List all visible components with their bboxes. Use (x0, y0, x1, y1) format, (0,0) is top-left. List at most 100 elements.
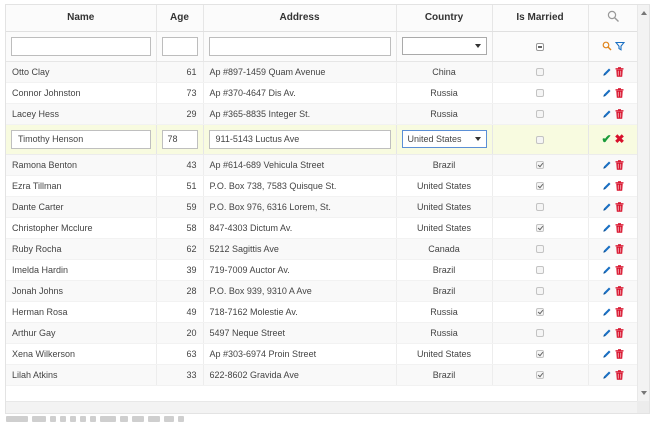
cell-country: United States (396, 175, 493, 197)
married-checkbox[interactable] (536, 329, 544, 338)
header-country[interactable]: Country (396, 5, 493, 32)
table-row[interactable]: Otto Clay 61 Ap #897-1459 Quam Avenue China (6, 61, 638, 83)
pencil-icon[interactable] (602, 109, 612, 119)
pencil-icon[interactable] (602, 202, 612, 212)
filter-name-input[interactable] (11, 36, 151, 56)
table-row[interactable]: Imelda Hardin 39 719-7009 Auctor Av. Brazil (6, 259, 638, 281)
cell-address: 5212 Sagittis Ave (203, 238, 397, 260)
cell-country: Brazil (396, 259, 493, 281)
table-row[interactable]: Lilah Atkins 33 622-8602 Gravida Ave Brazil (6, 364, 638, 386)
table-row[interactable]: Connor Johnston 73 Ap #370-4647 Dis Av. Rus… (6, 82, 638, 104)
married-checkbox[interactable] (536, 110, 544, 119)
table-row[interactable]: Lacey Hess 29 Ap #365-8835 Integer St. Russ… (6, 103, 638, 125)
married-checkbox[interactable] (536, 203, 544, 212)
horizontal-scrollbar[interactable] (6, 401, 638, 413)
filter-country-select[interactable] (401, 37, 487, 55)
married-checkbox[interactable] (536, 182, 544, 191)
scroll-up-icon[interactable] (641, 11, 647, 15)
header-married[interactable]: Is Married (492, 5, 589, 32)
pencil-icon[interactable] (602, 244, 612, 254)
pencil-icon[interactable] (602, 328, 612, 338)
edit-name-input[interactable]: Timothy Henson (11, 129, 151, 149)
cell-address: Ap #897-1459 Quam Avenue (203, 61, 397, 83)
cell-address: 622-8602 Gravida Ave (203, 364, 397, 386)
table-row[interactable]: Dante Carter 59 P.O. Box 976, 6316 Lorem, … (6, 196, 638, 218)
pencil-icon[interactable] (602, 286, 612, 296)
edit-age-input[interactable]: 78 (161, 129, 198, 149)
cell-name: Lilah Atkins (6, 364, 157, 386)
table-row[interactable]: Jonah Johns 28 P.O. Box 939, 9310 A Ave Bra… (6, 280, 638, 302)
married-checkbox[interactable] (536, 308, 544, 317)
trash-icon[interactable] (615, 348, 624, 359)
pager-placeholder (6, 416, 306, 422)
cell-country: Russia (396, 82, 493, 104)
trash-icon[interactable] (615, 222, 624, 233)
trash-icon[interactable] (615, 243, 624, 254)
filter-married-checkbox[interactable] (536, 42, 544, 51)
edit-address-input[interactable]: 911-5143 Luctus Ave (208, 129, 391, 149)
header-search-toggle[interactable] (588, 5, 638, 32)
married-checkbox[interactable] (536, 161, 544, 170)
row-controls (595, 201, 632, 212)
pencil-icon[interactable] (602, 265, 612, 275)
cell-age: 28 (156, 280, 204, 302)
table-row[interactable]: Xena Wilkerson 63 Ap #303-6974 Proin Stree… (6, 343, 638, 365)
table-row[interactable]: Ruby Rocha 62 5212 Sagittis Ave Canada (6, 238, 638, 260)
trash-icon[interactable] (615, 108, 624, 119)
married-checkbox[interactable] (536, 245, 544, 254)
cell-age: 61 (156, 61, 204, 83)
trash-icon[interactable] (615, 87, 624, 98)
married-checkbox[interactable] (536, 287, 544, 296)
married-checkbox[interactable] (536, 266, 544, 275)
close-icon[interactable]: ✖ (615, 133, 625, 145)
cell-country: United States (396, 217, 493, 239)
cell-name: Jonah Johns (6, 280, 157, 302)
scroll-down-icon[interactable] (641, 391, 647, 395)
married-checkbox[interactable] (536, 371, 544, 380)
search-icon[interactable] (607, 10, 620, 23)
pencil-icon[interactable] (602, 307, 612, 317)
cell-name: Ezra Tillman (6, 175, 157, 197)
filter-age-input[interactable] (161, 36, 198, 56)
table-row[interactable]: Arthur Gay 20 5497 Neque Street Russia (6, 322, 638, 344)
pencil-icon[interactable] (602, 370, 612, 380)
cell-name: Ruby Rocha (6, 238, 157, 260)
trash-icon[interactable] (615, 285, 624, 296)
table-row[interactable]: Ramona Benton 43 Ap #614-689 Vehicula Stre… (6, 154, 638, 176)
pencil-icon[interactable] (602, 181, 612, 191)
married-checkbox[interactable] (536, 350, 544, 359)
header-name[interactable]: Name (6, 5, 157, 32)
pencil-icon[interactable] (602, 160, 612, 170)
vertical-scrollbar[interactable] (637, 5, 649, 401)
filter-address-input[interactable] (208, 36, 391, 56)
cell-name: Connor Johnston (6, 82, 157, 104)
married-checkbox[interactable] (536, 68, 544, 77)
trash-icon[interactable] (615, 264, 624, 275)
header-address[interactable]: Address (203, 5, 397, 32)
edit-country-select[interactable]: United States (401, 130, 487, 148)
pencil-icon[interactable] (602, 223, 612, 233)
cell-name: Christopher Mcclure (6, 217, 157, 239)
filter-icon[interactable] (614, 41, 625, 51)
search-icon[interactable] (602, 41, 612, 51)
trash-icon[interactable] (615, 201, 624, 212)
header-age[interactable]: Age (156, 5, 204, 32)
table-row[interactable]: Ezra Tillman 51 P.O. Box 738, 7583 Quisque… (6, 175, 638, 197)
trash-icon[interactable] (615, 180, 624, 191)
trash-icon[interactable] (615, 369, 624, 380)
check-icon[interactable]: ✔ (601, 133, 611, 145)
table-row[interactable]: Herman Rosa 49 718-7162 Molestie Av. Russia (6, 301, 638, 323)
trash-icon[interactable] (615, 327, 624, 338)
trash-icon[interactable] (615, 66, 624, 77)
row-controls (595, 108, 632, 119)
edit-married-checkbox[interactable] (536, 135, 544, 144)
pencil-icon[interactable] (602, 349, 612, 359)
pencil-icon[interactable] (602, 67, 612, 77)
married-checkbox[interactable] (536, 89, 544, 98)
married-checkbox[interactable] (536, 224, 544, 233)
trash-icon[interactable] (615, 159, 624, 170)
trash-icon[interactable] (615, 306, 624, 317)
pencil-icon[interactable] (602, 88, 612, 98)
header-row: Name Age Address Country Is Married (6, 5, 638, 32)
table-row[interactable]: Christopher Mcclure 58 847-4303 Dictum Av.… (6, 217, 638, 239)
